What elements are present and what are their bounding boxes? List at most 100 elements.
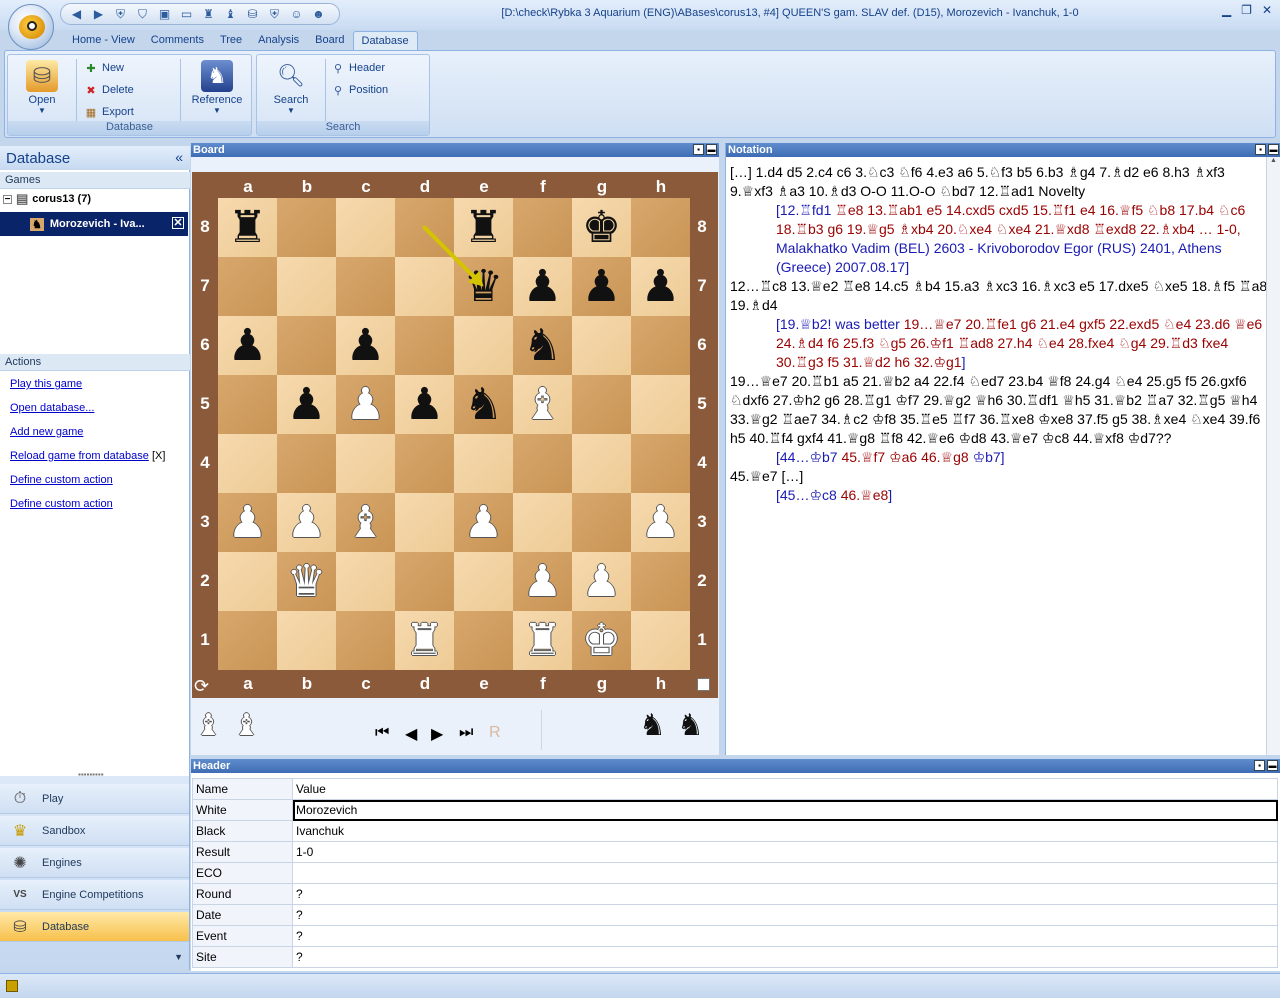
header-row-date[interactable]: Date?: [192, 904, 1278, 926]
action-open-database[interactable]: Open database...: [10, 402, 94, 414]
header-value-black[interactable]: Ivanchuk: [292, 820, 1278, 842]
action-reload-game[interactable]: Reload game from database: [10, 450, 149, 462]
prev-move-icon[interactable]: ◀: [405, 724, 417, 744]
collapse-icon[interactable]: «: [175, 149, 183, 165]
app-orb-button[interactable]: [8, 4, 54, 50]
header-value-event[interactable]: ?: [292, 925, 1278, 947]
notation-variation-text[interactable]: ♖e8 13.♖ab1 e5 14.cxd5 cxd5 15.♖f1 e4 16…: [776, 202, 1245, 237]
user-add-icon[interactable]: ☺: [287, 6, 306, 22]
notation-text[interactable]: […] 1.d4 d5 2.c4 c6 3.♘c3 ♘f6 4.e3 a6 5.…: [730, 163, 1270, 505]
header-row-black[interactable]: Black Ivanchuk: [192, 820, 1278, 842]
first-move-icon[interactable]: ⏮: [375, 724, 389, 742]
pin-icon[interactable]: ▪: [693, 144, 704, 155]
header-value-site[interactable]: ?: [292, 946, 1278, 968]
tab-tree[interactable]: Tree: [212, 31, 250, 51]
notation-main-line[interactable]: 19…♕e7 20.♖b1 a5 21.♕b2 a4 22.f4 ♘ed7 23…: [730, 372, 1270, 448]
header-value-date[interactable]: ?: [292, 904, 1278, 926]
nav-database[interactable]: ⛁ Database: [0, 912, 189, 942]
notation-variation[interactable]: [19.♕b2! was better 19…♕e7 20.♖fe1 g6 21…: [730, 315, 1270, 372]
notation-variation-text[interactable]: ]: [888, 487, 892, 503]
open-button[interactable]: ⛁ Open ▼: [16, 57, 68, 119]
tree-collapse-icon[interactable]: −: [3, 194, 12, 204]
pin-icon[interactable]: ▪: [1254, 760, 1265, 771]
shield-icon[interactable]: ⛨: [111, 6, 130, 22]
notation-variation-text[interactable]: 46.♕e8: [841, 487, 889, 503]
action-define-custom-2[interactable]: Define custom action: [10, 498, 113, 510]
tree-game-node[interactable]: ♞ Morozevich - Iva... ✕: [0, 212, 188, 236]
tab-analysis[interactable]: Analysis: [250, 31, 307, 51]
nav-engine-competitions[interactable]: VS Engine Competitions: [0, 880, 189, 910]
header-row-event[interactable]: Event?: [192, 925, 1278, 947]
last-move-icon[interactable]: ⏭: [459, 724, 473, 742]
notation-main-line[interactable]: […] 1.d4 d5 2.c4 c6 3.♘c3 ♘f6 4.e3 a6 5.…: [730, 163, 1270, 201]
notation-main-line[interactable]: 45.♕e7 […]: [730, 467, 1270, 486]
arrow-left-icon[interactable]: ◀: [67, 6, 86, 22]
tab-board[interactable]: Board: [307, 31, 352, 51]
next-move-icon[interactable]: ▶: [431, 724, 443, 744]
notation-variation[interactable]: [45…♔c8 46.♕e8]: [730, 486, 1270, 505]
panel-close-icon[interactable]: ▬: [1268, 144, 1279, 155]
header-row-result[interactable]: Result 1-0: [192, 841, 1278, 863]
tab-comments[interactable]: Comments: [143, 31, 212, 51]
pin-icon[interactable]: ▪: [1255, 144, 1266, 155]
nav-play[interactable]: ⏱ Play: [0, 784, 189, 814]
reference-button[interactable]: ♞ Reference ▼: [188, 57, 246, 119]
header-row-round[interactable]: Round?: [192, 883, 1278, 905]
scroll-up-icon[interactable]: ▲: [1267, 157, 1280, 164]
action-play-this-game[interactable]: Play this game: [10, 378, 82, 390]
notation-variation-text[interactable]: ♔b7]: [973, 449, 1005, 465]
header-row-eco[interactable]: ECO: [192, 862, 1278, 884]
header-row-site[interactable]: Site?: [192, 946, 1278, 968]
minimize-icon[interactable]: ▁: [1222, 3, 1231, 17]
notation-variation-text[interactable]: 45.♕f7 ♔a6 46.♕g8: [841, 449, 972, 465]
nav-pane: ⏱ Play ♛ Sandbox ✺ Engines VS Engine Competi…: [0, 776, 190, 970]
notation-variation-text[interactable]: ]: [962, 354, 966, 370]
reload-badge[interactable]: [X]: [152, 450, 165, 462]
close-icon[interactable]: ✕: [1262, 3, 1272, 17]
rotate-board-icon[interactable]: ⟳: [194, 676, 209, 697]
position-search-button[interactable]: ⚲ Position: [331, 81, 388, 99]
tab-home-view[interactable]: Home - View: [64, 31, 143, 51]
database-icon[interactable]: ⛁: [243, 6, 262, 22]
header-value-eco[interactable]: [292, 862, 1278, 884]
notation-scrollbar[interactable]: ▲: [1266, 157, 1280, 755]
notation-variation-text[interactable]: [45…♔c8: [776, 487, 841, 503]
board-icon[interactable]: ♜: [199, 6, 218, 22]
header-value-result[interactable]: 1-0: [292, 841, 1278, 863]
panel-close-icon[interactable]: ▬: [706, 144, 717, 155]
notation-main-line[interactable]: 12…♖c8 13.♕e2 ♖e8 14.c5 ♗b4 15.a3 ♗xc3 1…: [730, 277, 1270, 315]
header-row-white[interactable]: White Morozevich: [192, 799, 1278, 821]
notation-variation-text[interactable]: [19.♕b2! was better: [776, 316, 904, 332]
tree-database-node[interactable]: − ▤ corus13 (7): [0, 190, 188, 208]
notation-variation-text[interactable]: [12.♖fd1: [776, 202, 835, 218]
notation-variation[interactable]: [12.♖fd1 ♖e8 13.♖ab1 e5 14.cxd5 cxd5 15.…: [730, 201, 1270, 277]
chevron-down-icon[interactable]: ▼: [174, 952, 183, 962]
action-add-new-game[interactable]: Add new game: [10, 426, 83, 438]
user-search-icon[interactable]: ☻: [309, 6, 328, 22]
search-button[interactable]: 🔍︎ Search ▼: [265, 57, 317, 119]
piece-icon[interactable]: ♝: [221, 6, 240, 22]
new-button[interactable]: ✚ New: [84, 59, 124, 77]
header-search-button[interactable]: ⚲ Header: [331, 59, 385, 77]
close-game-icon[interactable]: ✕: [172, 217, 184, 229]
new-icon: ✚: [86, 62, 96, 75]
shield-green-icon[interactable]: ⛉: [133, 6, 152, 22]
panel-close-icon[interactable]: ▬: [1267, 760, 1278, 771]
restore-icon[interactable]: ❐: [1241, 3, 1252, 17]
tab-database[interactable]: Database: [352, 31, 418, 51]
header-value-white[interactable]: Morozevich: [292, 799, 1278, 821]
notation-variation[interactable]: [44…♔b7 45.♕f7 ♔a6 46.♕g8 ♔b7]: [730, 448, 1270, 467]
header-value-round[interactable]: ?: [292, 883, 1278, 905]
nav-engines[interactable]: ✺ Engines: [0, 848, 189, 878]
action-define-custom-1[interactable]: Define custom action: [10, 474, 113, 486]
shield-blue-icon[interactable]: ⛨: [265, 6, 284, 22]
notation-variation-text[interactable]: [44…♔b7: [776, 449, 841, 465]
notation-variation-text[interactable]: Malakhatko Vadim (BEL) 2603 - Krivoborod…: [776, 240, 1222, 275]
save-icon[interactable]: ▣: [155, 6, 174, 22]
delete-button[interactable]: ✖ Delete: [84, 81, 133, 99]
new-document-icon[interactable]: ▭: [177, 6, 196, 22]
export-button[interactable]: ▦ Export: [84, 103, 134, 121]
nav-sandbox[interactable]: ♛ Sandbox: [0, 816, 189, 846]
arrow-right-icon[interactable]: ▶: [89, 6, 108, 22]
r-button[interactable]: R: [489, 724, 501, 742]
